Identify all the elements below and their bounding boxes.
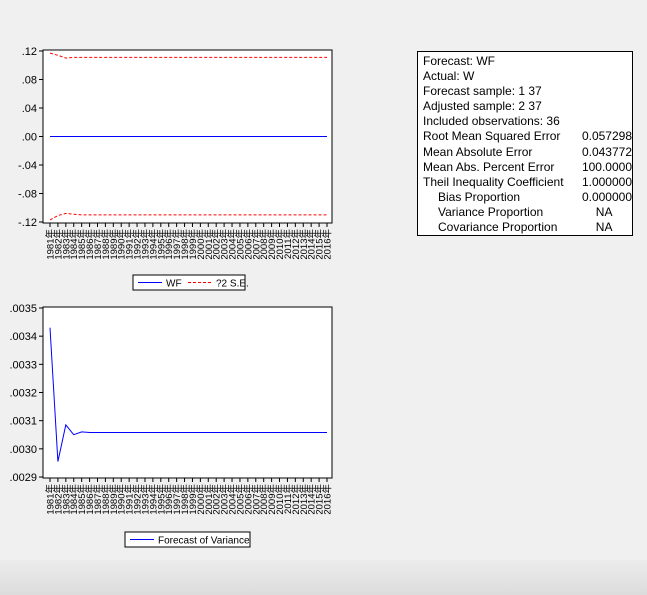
y-tick-label: .0035 bbox=[9, 303, 37, 315]
stat-label: Mean Abs. Percent Error bbox=[423, 159, 555, 174]
y-tick-label: .0034 bbox=[9, 331, 37, 343]
stat-label: Covariance Proportion bbox=[438, 220, 558, 235]
y-tick-label: .0030 bbox=[9, 444, 37, 456]
chart-2: .0035.0034.0033.0032.0031.0030.00291981年… bbox=[9, 303, 334, 548]
legend-label: Forecast of Variance bbox=[158, 536, 250, 547]
y-tick-label: .0029 bbox=[9, 472, 37, 484]
y-tick-label: .04 bbox=[22, 103, 37, 115]
stat-actual: Actual: W bbox=[423, 69, 632, 84]
legend: Forecast of Variance bbox=[124, 531, 251, 548]
stat-row: Mean Abs. Percent Error 100.0000 bbox=[423, 160, 632, 175]
stat-label: Bias Proportion bbox=[438, 189, 521, 204]
stat-value: 0.043772 bbox=[581, 144, 632, 159]
x-tick-label: 2016年 bbox=[322, 229, 334, 260]
included-observations-label: Included observations: 36 bbox=[423, 114, 560, 129]
stat-label: Root Mean Squared Error bbox=[423, 129, 561, 144]
stat-value: 0.057298 bbox=[581, 129, 632, 144]
stat-label: Mean Absolute Error bbox=[423, 144, 533, 159]
y-tick-label: .0033 bbox=[9, 359, 37, 371]
y-tick-label: -.08 bbox=[18, 189, 37, 201]
stat-value: 1.000000 bbox=[581, 174, 632, 189]
stat-value: 0.000000 bbox=[581, 189, 632, 204]
stat-value: NA bbox=[595, 204, 613, 219]
stat-value: 100.0000 bbox=[581, 159, 632, 174]
y-tick-label: .12 bbox=[22, 46, 37, 58]
y-tick-label: .0031 bbox=[9, 416, 37, 428]
stat-included: Included observations: 36 bbox=[423, 114, 632, 129]
y-tick-label: .0032 bbox=[9, 388, 37, 400]
stat-forecast-sample: Forecast sample: 1 37 bbox=[423, 84, 632, 99]
stat-adjusted-sample: Adjusted sample: 2 37 bbox=[423, 99, 632, 114]
stat-label: Theil Inequality Coefficient bbox=[423, 174, 564, 189]
stat-row: Variance Proportion NA bbox=[423, 205, 632, 220]
legend-label: ?2 S.E. bbox=[216, 279, 249, 290]
forecast-sample-label: Forecast sample: 1 37 bbox=[423, 84, 542, 99]
forecast-label: Forecast: WF bbox=[423, 54, 496, 68]
legend-label: WF bbox=[166, 279, 182, 290]
stat-forecast: Forecast: WF bbox=[423, 54, 632, 69]
stat-row: Root Mean Squared Error 0.057298 bbox=[423, 129, 632, 144]
adjusted-sample-label: Adjusted sample: 2 37 bbox=[423, 99, 542, 114]
y-tick-label: .00 bbox=[22, 132, 37, 144]
y-tick-label: .08 bbox=[22, 75, 37, 87]
plot-area bbox=[42, 306, 333, 479]
x-tick-label: 2016年 bbox=[322, 484, 334, 515]
stat-row: Mean Absolute Error 0.043772 bbox=[423, 145, 632, 160]
legend: WF ?2 S.E. bbox=[132, 274, 249, 291]
y-tick-label: -.04 bbox=[18, 160, 37, 172]
chart-1: .12.08.04.00-.04-.08-.121981年1982年1983年1… bbox=[18, 46, 334, 291]
stat-row: Bias Proportion 0.000000 bbox=[423, 190, 632, 205]
stat-row: Theil Inequality Coefficient 1.000000 bbox=[423, 175, 632, 190]
stat-label: Variance Proportion bbox=[438, 204, 544, 219]
y-tick-label: -.12 bbox=[18, 217, 37, 229]
stat-row: Covariance Proportion NA bbox=[423, 220, 632, 235]
actual-label: Actual: W bbox=[423, 69, 475, 84]
forecast-statistics-table: Forecast: WF Actual: W Forecast sample: … bbox=[417, 51, 633, 236]
stat-value: NA bbox=[595, 220, 613, 235]
